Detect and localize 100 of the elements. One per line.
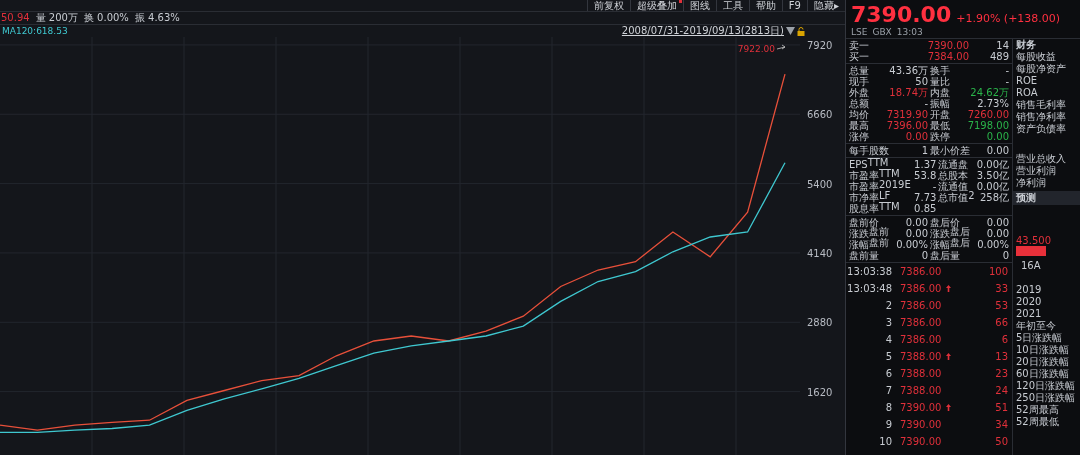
stat-value: 0.00 [985, 145, 1009, 156]
stat-label: 换手 [930, 65, 950, 76]
stat-value: 0.00 [904, 217, 928, 228]
tick-volume: 6 [1000, 333, 1008, 347]
finance-item[interactable]: 2020 [1013, 296, 1080, 308]
tick-time: 2 [884, 299, 892, 313]
tick-time: 13:03:38 [846, 265, 892, 279]
high-price-label: 7922.00 [737, 44, 775, 54]
tick-volume: 33 [994, 282, 1008, 296]
stat-value: 2.73% [976, 98, 1009, 109]
stat-value: 0.00% [895, 239, 928, 250]
tick-volume: 51 [994, 401, 1008, 415]
date-range-link[interactable]: 2008/07/31-2019/09/13(2813日) [621, 25, 784, 37]
stat-value: - [931, 181, 937, 192]
stat-label: 每手股数 [849, 145, 889, 156]
tick-price: 7386.00 [899, 265, 943, 279]
tick-price: 7388.00 [899, 367, 943, 381]
finance-item[interactable]: 资产负债率 [1013, 123, 1080, 135]
tick-price: 7386.00 [899, 282, 943, 296]
stat-label: 总量 [849, 65, 869, 76]
stat-value: 0.00 [985, 228, 1009, 239]
stat-value: 18.74万 [888, 87, 928, 98]
stat-value: 50 [914, 76, 928, 87]
stat-label: 盘前价 [849, 217, 879, 228]
tick-time: 6 [884, 367, 892, 381]
ma-legend: MA120:618.53 [2, 25, 68, 37]
stat-value: 0.00 [985, 131, 1009, 142]
axis-label: 1620 [807, 386, 833, 398]
price-info: 量 200万 [35, 12, 78, 24]
stat-value: - [1004, 76, 1009, 87]
finance-item[interactable]: 销售毛利率 [1013, 99, 1080, 111]
stat-label: 外盘 [849, 87, 869, 98]
finance-item[interactable]: 120日涨跌幅 [1013, 380, 1080, 392]
market-info: 13:03 [896, 27, 923, 38]
stat-label: 盘后价 [930, 217, 960, 228]
finance-item[interactable]: 每股净资产 [1013, 63, 1080, 75]
finance-item[interactable]: 年初至今 [1013, 320, 1080, 332]
finance-item[interactable]: 5日涨跌幅 [1013, 332, 1080, 344]
finance-item[interactable]: 52周最低 [1013, 416, 1080, 428]
stat-label: 最高 [849, 120, 869, 131]
stat-label: 现手 [849, 76, 869, 87]
tick-price: 7388.00 [899, 350, 943, 364]
toolbar-button[interactable]: 超级叠加 [629, 0, 683, 11]
stat-value: 1.37 [913, 159, 937, 170]
tick-price: 7386.00 [899, 333, 943, 347]
stat-value: 0.00 [985, 217, 1009, 228]
stat-label: 总股本 [938, 170, 970, 181]
tick-price: 7390.00 [899, 435, 943, 449]
stat-value: 0 [1001, 250, 1009, 261]
section-title: 财务 [1015, 39, 1037, 51]
stat-label: 跌停 [930, 131, 950, 142]
triangle-down-icon[interactable] [786, 27, 795, 35]
tick-volume: 50 [994, 435, 1008, 449]
stat-value: 0.00亿 [976, 159, 1009, 170]
stat-label: 流通值 [938, 181, 969, 192]
stat-value: 0.00 [904, 131, 928, 142]
tick-time: 13:03:48 [846, 282, 892, 296]
forecast-bar [1016, 246, 1046, 256]
finance-item[interactable]: 60日涨跌幅 [1013, 368, 1080, 380]
tick-volume: 24 [994, 384, 1008, 398]
forecast-tab[interactable]: 预测 [1013, 191, 1080, 205]
stat-value: 7.73 [913, 192, 937, 203]
tick-time: 4 [884, 333, 892, 347]
finance-item[interactable]: 每股收益 [1013, 51, 1080, 63]
finance-item[interactable]: 10日涨跌幅 [1013, 344, 1080, 356]
finance-item[interactable]: 2021 [1013, 308, 1080, 320]
stat-label: 总额 [849, 98, 869, 109]
finance-item[interactable]: ROA [1013, 87, 1080, 99]
stat-value: 0.00 [904, 228, 928, 239]
stat-value: 43.36万 [888, 65, 928, 76]
finance-item[interactable]: 250日涨跌幅 [1013, 392, 1080, 404]
finance-item[interactable]: ROE [1013, 75, 1080, 87]
stat-label: 均价 [849, 109, 869, 120]
finance-item[interactable]: 销售净利率 [1013, 111, 1080, 123]
order-volume: 489 [988, 51, 1009, 62]
lock-icon[interactable] [797, 26, 805, 36]
stat-value: 258亿 [978, 192, 1009, 203]
axis-label: 6660 [807, 109, 833, 121]
price-info: 振 4.63% [134, 12, 180, 24]
tick-volume: 53 [994, 299, 1008, 313]
market-info: LSE [851, 27, 868, 38]
axis-label: 4140 [807, 247, 833, 259]
stat-value: 0.00% [976, 239, 1009, 250]
stat-value: 0.85 [913, 203, 937, 214]
finance-item[interactable]: 2019 [1013, 284, 1080, 296]
finance-item[interactable]: 营业总收入 [1013, 153, 1080, 165]
stat-value: 7260.00 [966, 109, 1009, 120]
finance-item[interactable]: 净利润 [1013, 177, 1080, 189]
finance-item[interactable]: 52周最高 [1013, 404, 1080, 416]
stat-value: 7319.90 [885, 109, 928, 120]
tick-price: 7386.00 [899, 316, 943, 330]
tick-time: 9 [884, 418, 892, 432]
tick-volume: 100 [987, 265, 1008, 279]
tick-volume: 23 [994, 367, 1008, 381]
finance-item[interactable]: 20日涨跌幅 [1013, 356, 1080, 368]
stat-label: 盘前量 [849, 250, 880, 261]
finance-item[interactable]: 营业利润 [1013, 165, 1080, 177]
tick-time: 3 [884, 316, 892, 330]
tick-price: 7388.00 [899, 384, 943, 398]
order-label: 卖一 [849, 40, 870, 51]
